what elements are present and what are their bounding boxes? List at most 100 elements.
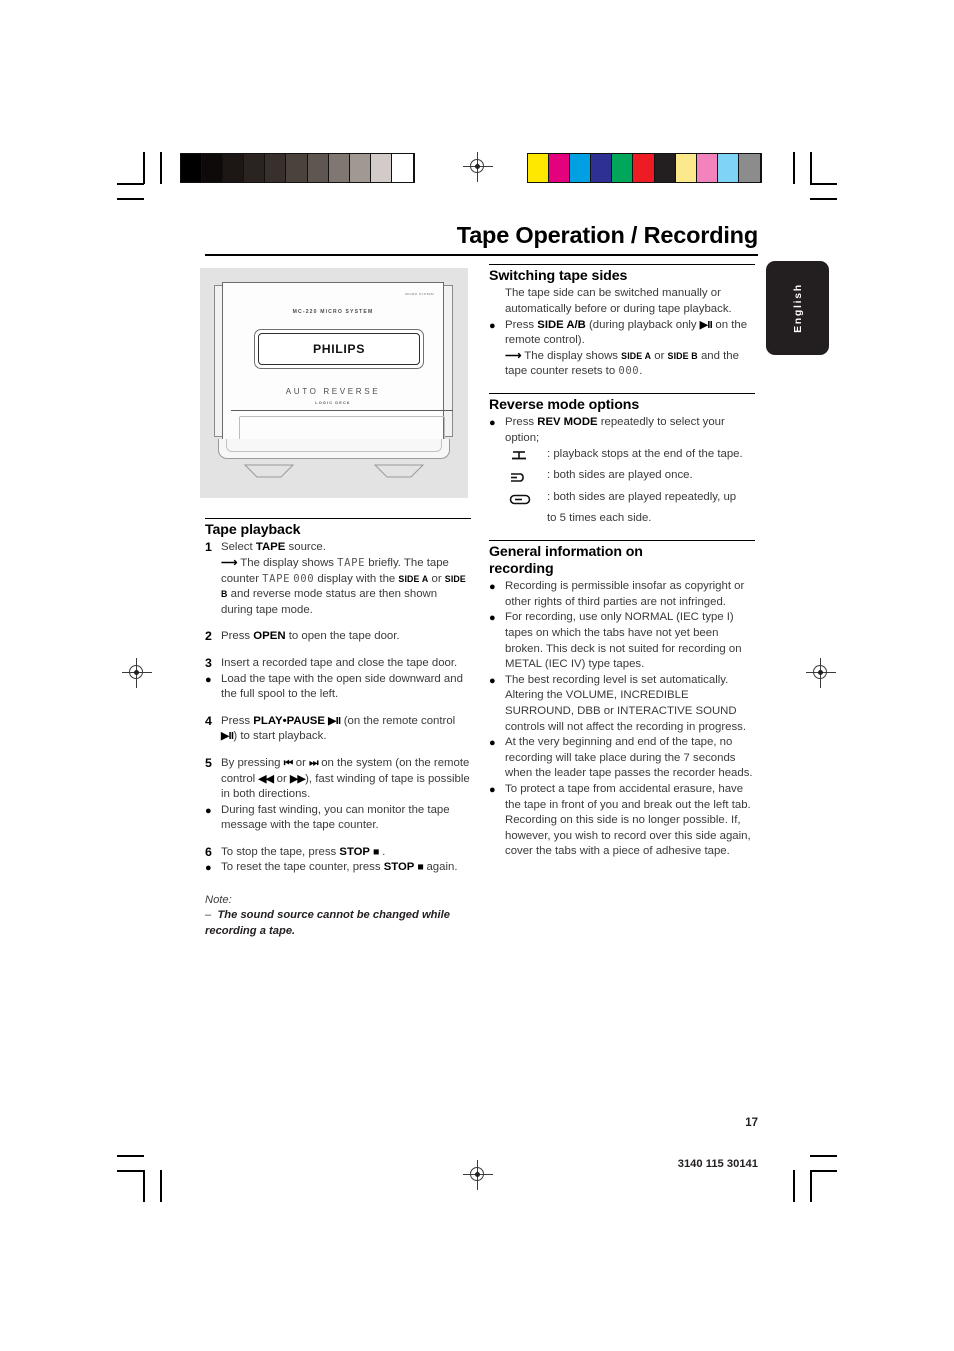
- tape-playback-heading: Tape playback: [205, 522, 301, 539]
- general-bullet-4-text: At the very beginning and end of the tap…: [505, 736, 753, 780]
- language-tab-english: English: [766, 261, 829, 355]
- grayscale-swatch-2: [223, 154, 245, 182]
- reverse-option-1: : playback stops at the end of the tape.: [505, 447, 755, 469]
- bullet-icon: ●: [489, 417, 496, 430]
- micro-system-mark: MICRO SYSTEM: [405, 292, 434, 296]
- forward-skip-icon: ⏭: [309, 756, 319, 769]
- process-color-swatch-10: [738, 154, 761, 182]
- step-3-bullet-body: Load the tape with the open side downwar…: [221, 672, 463, 701]
- note-body: – The sound source cannot be changed whi…: [205, 908, 471, 939]
- process-color-swatch-9: [717, 154, 739, 182]
- process-color-swatch-3: [591, 154, 613, 182]
- general-heading-line1: General information on: [489, 544, 643, 561]
- grayscale-swatch-1: [202, 154, 224, 182]
- rewind-icon: ◀◀: [258, 772, 274, 785]
- general-heading: General information on recording: [489, 544, 755, 578]
- step-1: 1 Select TAPE source. ⟶ The display show…: [205, 540, 471, 618]
- step-3-body: Insert a recorded tape and close the tap…: [221, 656, 458, 669]
- bullet-icon: ●: [205, 862, 212, 875]
- play-pause-icon-remote-2: ▶II: [699, 318, 713, 331]
- page-title: Tape Operation / Recording: [456, 222, 758, 248]
- key-stop: STOP: [339, 845, 370, 858]
- product-model-label: MC-220 MICRO SYSTEM: [292, 309, 374, 315]
- grayscale-swatch-6: [307, 154, 329, 182]
- reverse-bullet: Press REV MODE repeatedly to select your…: [505, 416, 725, 444]
- step-3-number: 3: [205, 655, 212, 670]
- tape-playback-rule: [205, 518, 471, 520]
- reverse-option-1-text: : playback stops at the end of the tape.: [547, 447, 743, 460]
- process-color-swatch-6: [654, 154, 676, 182]
- reverse-option-3: : both sides are played repeatedly, up: [505, 490, 755, 512]
- grayscale-control-strip: [180, 153, 415, 183]
- stop-icon-2: ■: [417, 861, 424, 874]
- product-display-bezel: PHILIPS: [254, 329, 424, 369]
- key-side-b: SIDE B: [221, 573, 466, 600]
- language-tab-label: English: [791, 283, 804, 333]
- registration-mark-top: [463, 152, 493, 182]
- bullet-icon: ●: [489, 784, 496, 797]
- bullet-icon: ●: [489, 737, 496, 750]
- registration-mark-bottom: [463, 1160, 493, 1190]
- step-6-bullet-body: To reset the tape counter, press STOP ■ …: [221, 861, 458, 874]
- bullet-icon: ●: [205, 673, 212, 686]
- part-number: 3140 115 30141: [677, 1158, 758, 1170]
- key-side-a: SIDE A: [398, 573, 429, 584]
- reverse-option-3-continuation: to 5 times each side.: [547, 512, 652, 525]
- process-color-swatch-4: [612, 154, 634, 182]
- registration-mark-left: [122, 658, 152, 688]
- bullet-icon: ●: [489, 319, 496, 332]
- process-color-swatch-0: [528, 154, 550, 182]
- process-color-control-strip: [527, 153, 762, 183]
- key-open: OPEN: [253, 630, 286, 643]
- auto-reverse-label: AUTO REVERSE: [285, 387, 381, 396]
- grayscale-swatch-0: [181, 154, 203, 182]
- reverse-option-3-text: : both sides are played repeatedly, up: [547, 490, 737, 503]
- general-bullet-2-text: For recording, use only NORMAL (IEC type…: [505, 611, 742, 671]
- bullet-icon: ●: [489, 581, 496, 594]
- process-color-swatch-1: [549, 154, 571, 182]
- step-1-body: Select TAPE source. ⟶ The display shows …: [221, 541, 466, 616]
- philips-brand-logo: PHILIPS: [312, 342, 366, 356]
- note-heading: Note:: [205, 893, 232, 906]
- right-column: Switching tape sides The tape side can b…: [489, 264, 755, 860]
- crop-mark-top-right-horizontal: [810, 183, 837, 185]
- step-5-bullet: ● During fast winding, you can monitor t…: [205, 803, 471, 834]
- process-color-swatch-7: [675, 154, 697, 182]
- step-1-number: 1: [205, 540, 212, 555]
- switching-result-row: ⟶ The display shows SIDE A or SIDE B and…: [489, 349, 755, 380]
- key-tape: TAPE: [255, 541, 286, 554]
- note-block: Note: – The sound source cannot be chang…: [205, 893, 471, 939]
- step-4-body: Press PLAY•PAUSE ▶II (on the remote cont…: [221, 714, 456, 743]
- tape-door-seam: [231, 410, 453, 411]
- grayscale-swatch-10: [391, 154, 414, 182]
- crop-mark-top-left-vertical: [143, 152, 145, 184]
- key-play-pause: PLAY•PAUSE: [253, 714, 325, 727]
- tape-door: [239, 416, 445, 441]
- crop-mark-top-right-vertical: [810, 152, 812, 184]
- note-dash: –: [205, 909, 212, 922]
- general-heading-line2: recording: [489, 561, 554, 578]
- step-2-body: Press OPEN to open the tape door.: [221, 630, 400, 643]
- switching-rule: [489, 264, 755, 266]
- product-foot-left: [244, 464, 294, 478]
- general-bullet-5-text: To protect a tape from accidental erasur…: [505, 783, 751, 858]
- grayscale-swatch-5: [286, 154, 308, 182]
- lcd-tape-text-2: TAPE: [262, 572, 291, 585]
- rewind-skip-icon: ⏮: [283, 756, 293, 769]
- step-4: 4 Press PLAY•PAUSE ▶II (on the remote co…: [205, 714, 471, 745]
- product-base-inner: [226, 439, 442, 452]
- page-number: 17: [745, 1117, 758, 1129]
- key-side-ab: SIDE A/B: [537, 318, 586, 331]
- play-pause-icon-remote: ▶II: [221, 730, 234, 743]
- title-rule: [205, 254, 758, 257]
- tape-stop-icon: [505, 447, 547, 469]
- left-column: Tape playback 1 Select TAPE source. ⟶ Th…: [205, 518, 471, 939]
- reverse-bullet-row: ● Press REV MODE repeatedly to select yo…: [489, 415, 755, 446]
- step-3: 3 Insert a recorded tape and close the t…: [205, 656, 471, 672]
- product-unit: MICRO SYSTEM MC-220 MICRO SYSTEM PHILIPS…: [214, 279, 454, 464]
- step-4-number: 4: [205, 713, 212, 728]
- step-6-body: To stop the tape, press STOP ■ .: [221, 845, 386, 858]
- switching-heading: Switching tape sides: [489, 268, 628, 285]
- step-5-number: 5: [205, 755, 212, 770]
- process-color-swatch-2: [570, 154, 592, 182]
